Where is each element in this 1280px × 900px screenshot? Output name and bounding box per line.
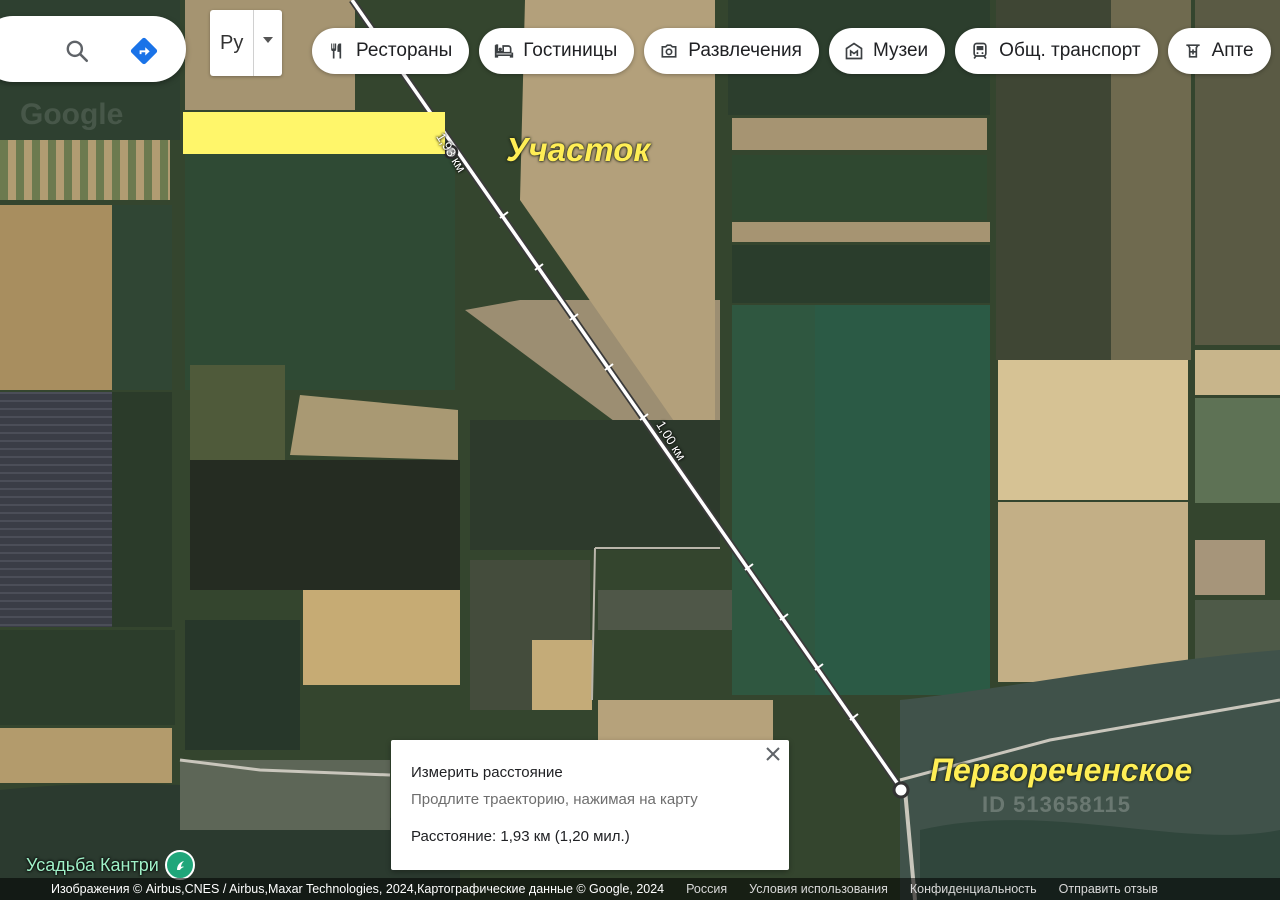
- restaurant-icon: [326, 40, 348, 62]
- village-label: Первореченское: [930, 752, 1193, 788]
- transit-icon: [969, 40, 991, 62]
- footer-bar: Изображения © Airbus,CNES / Airbus,Maxar…: [0, 878, 1280, 900]
- chip-label: Гостиницы: [523, 40, 618, 61]
- attribution-text: Изображения © Airbus,CNES / Airbus,Maxar…: [51, 882, 665, 896]
- chip-transit[interactable]: Общ. транспорт: [955, 28, 1158, 74]
- chip-label: Рестораны: [356, 40, 453, 61]
- chip-hotels[interactable]: Гостиницы: [479, 28, 635, 74]
- listing-watermark: ID 513658115: [982, 792, 1132, 817]
- language-value: Ру: [210, 10, 255, 76]
- search-icon: [66, 40, 89, 63]
- close-icon: [766, 747, 780, 761]
- footer-privacy-link[interactable]: Конфиденциальность: [910, 882, 1037, 896]
- chip-label: Развлечения: [688, 40, 802, 61]
- poi-name: Усадьба Кантри: [26, 854, 159, 875]
- chip-label: Общ. транспорт: [999, 40, 1141, 61]
- hotel-icon: [493, 40, 515, 62]
- close-button[interactable]: [763, 744, 783, 764]
- museum-icon: [843, 40, 865, 62]
- chip-restaurants[interactable]: Рестораны: [312, 28, 470, 74]
- directions-icon: [130, 37, 158, 65]
- chip-entertainment[interactable]: Развлечения: [644, 28, 819, 74]
- camera-icon: [658, 40, 680, 62]
- language-select[interactable]: Ру: [210, 10, 282, 76]
- chip-museums[interactable]: Музеи: [828, 28, 946, 74]
- footer-terms-link[interactable]: Условия использования: [749, 882, 888, 896]
- footer-country[interactable]: Россия: [686, 882, 727, 896]
- measure-distance: Расстояние: 1,93 км (1,20 мил.): [411, 828, 630, 845]
- highlight-bar: [183, 112, 445, 154]
- directions-button[interactable]: [128, 35, 160, 67]
- search-button[interactable]: [62, 36, 92, 66]
- measure-title: Измерить расстояние: [411, 764, 563, 781]
- measure-hint: Продлите траекторию, нажимая на карту: [411, 791, 698, 808]
- chip-label: Апте: [1211, 40, 1254, 61]
- poi-usadba[interactable]: Усадьба Кантри: [26, 850, 195, 880]
- measure-distance-panel: Измерить расстояние Продлите траекторию,…: [391, 740, 789, 870]
- footer-feedback-link[interactable]: Отправить отзыв: [1059, 882, 1158, 896]
- plot-label: Участок: [506, 131, 651, 168]
- leisure-icon: [164, 850, 195, 880]
- search-box[interactable]: [0, 16, 186, 82]
- pharmacy-icon: [1182, 40, 1204, 62]
- chip-label: Музеи: [872, 40, 929, 61]
- category-chips: Рестораны Гостиницы Развлечения Музеи Об…: [312, 28, 1271, 74]
- chip-pharmacy[interactable]: Апте: [1167, 28, 1271, 74]
- chevron-down-icon[interactable]: [254, 10, 282, 76]
- google-watermark: Google: [20, 98, 124, 131]
